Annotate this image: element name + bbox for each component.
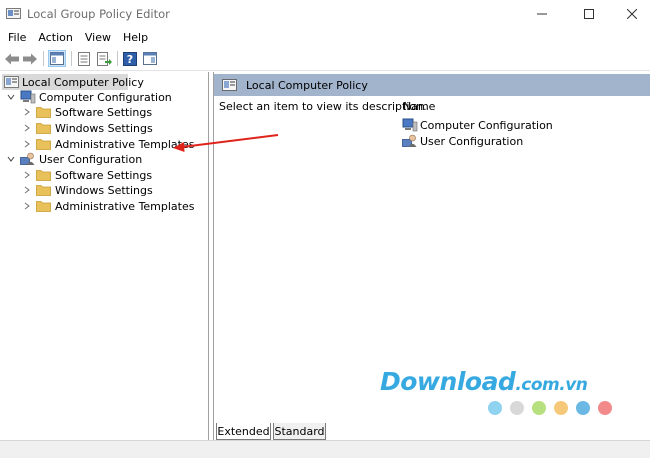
watermark-dot [488, 401, 502, 415]
tree-item-label: User Configuration [39, 152, 143, 166]
column-header-name[interactable]: Name [403, 100, 435, 113]
list-item-user-configuration[interactable]: User Configuration [402, 133, 523, 149]
menu-bar: File Action View Help [0, 28, 650, 46]
tree-item-label: Software Settings [55, 105, 153, 119]
export-list-button[interactable] [95, 50, 113, 67]
properties-icon [78, 51, 90, 66]
folder-icon [36, 183, 52, 197]
watermark-brand: Download [380, 367, 516, 396]
status-bar [0, 440, 650, 458]
close-icon [627, 9, 637, 19]
chevron-right-icon[interactable] [22, 139, 32, 149]
show-hide-action-pane-icon [143, 52, 157, 65]
tree-item-computer-configuration[interactable]: Computer Configuration [6, 89, 172, 105]
maximize-button[interactable] [566, 0, 612, 28]
folder-icon [36, 168, 52, 182]
user-icon [20, 152, 36, 166]
watermark-dots [488, 401, 612, 415]
user-icon [402, 134, 418, 148]
list-item-computer-configuration[interactable]: Computer Configuration [402, 117, 553, 133]
menu-view[interactable]: View [79, 31, 117, 44]
minimize-icon [537, 13, 547, 15]
list-item-label: Computer Configuration [420, 118, 553, 132]
folder-icon [36, 105, 52, 119]
tree-item-administrative-templates[interactable]: Administrative Templates [22, 198, 195, 214]
results-header-title: Local Computer Policy [246, 78, 368, 92]
tab-standard[interactable]: Standard [273, 423, 326, 440]
group-policy-app-icon [6, 7, 21, 21]
tree-item-label: Software Settings [55, 168, 153, 182]
results-header: Local Computer Policy [214, 74, 650, 96]
tree-item-label: Windows Settings [55, 183, 153, 197]
tree-item-software-settings[interactable]: Software Settings [22, 167, 152, 183]
tree-item-label: Windows Settings [55, 121, 153, 135]
list-item-label: User Configuration [420, 134, 524, 148]
chevron-right-icon[interactable] [22, 107, 32, 117]
menu-help[interactable]: Help [117, 31, 154, 44]
console-tree: Local Computer Policy Computer Configura… [0, 72, 209, 440]
toolbar-separator [71, 51, 72, 66]
computer-icon [402, 118, 418, 132]
help-button[interactable]: ? [121, 50, 139, 67]
back-button[interactable] [3, 50, 21, 67]
show-hide-tree-icon [50, 52, 64, 65]
watermark-dot [576, 401, 590, 415]
tree-item-local-computer-policy[interactable]: Local Computer Policy [2, 74, 144, 90]
toolbar-separator [117, 51, 118, 66]
chevron-right-icon[interactable] [22, 123, 32, 133]
tree-item-windows-settings[interactable]: Windows Settings [22, 120, 153, 136]
export-list-icon [96, 51, 112, 66]
tree-item-user-configuration[interactable]: User Configuration [6, 151, 142, 167]
policy-icon [222, 78, 238, 93]
computer-icon [20, 90, 36, 104]
window-title: Local Group Policy Editor [27, 7, 170, 21]
chevron-down-icon[interactable] [6, 154, 16, 164]
description-text: Select an item to view its description. [219, 100, 427, 113]
show-hide-tree-button[interactable] [48, 50, 66, 67]
toolbar-separator [43, 51, 44, 66]
properties-button[interactable] [75, 50, 93, 67]
folder-icon [36, 121, 52, 135]
show-hide-action-pane-button[interactable] [141, 50, 159, 67]
watermark-domain: .com.vn [515, 375, 588, 395]
svg-text:?: ? [127, 53, 133, 66]
watermark-dot [532, 401, 546, 415]
menu-action[interactable]: Action [32, 31, 78, 44]
chevron-right-icon[interactable] [22, 201, 32, 211]
forward-button[interactable] [21, 50, 39, 67]
tree-item-administrative-templates[interactable]: Administrative Templates [22, 136, 195, 152]
tree-item-label: Computer Configuration [39, 90, 172, 104]
tree-item-software-settings[interactable]: Software Settings [22, 104, 152, 120]
tree-item-label: Local Computer Policy [22, 75, 144, 89]
watermark-text: Download.com.vn [380, 367, 588, 396]
back-arrow-icon [5, 53, 19, 64]
forward-arrow-icon [23, 53, 37, 64]
watermark-dot [554, 401, 568, 415]
annotation-arrow [173, 134, 279, 152]
chevron-down-icon[interactable] [6, 92, 16, 102]
tree-item-windows-settings[interactable]: Windows Settings [22, 182, 153, 198]
title-bar: Local Group Policy Editor [0, 0, 650, 28]
tree-item-label: Administrative Templates [55, 199, 195, 213]
tab-extended[interactable]: Extended [216, 423, 271, 440]
close-button[interactable] [609, 0, 650, 28]
maximize-icon [584, 9, 594, 19]
minimize-button[interactable] [519, 0, 565, 28]
watermark-dot [510, 401, 524, 415]
watermark-logo: Download.com.vn [380, 367, 620, 427]
menu-file[interactable]: File [0, 31, 32, 44]
chevron-right-icon[interactable] [22, 170, 32, 180]
toolbar: ? [0, 46, 650, 71]
chevron-right-icon[interactable] [22, 185, 32, 195]
watermark-dot [598, 401, 612, 415]
help-icon: ? [123, 51, 137, 66]
folder-icon [36, 137, 52, 151]
folder-icon [36, 199, 52, 213]
policy-icon [4, 75, 19, 89]
